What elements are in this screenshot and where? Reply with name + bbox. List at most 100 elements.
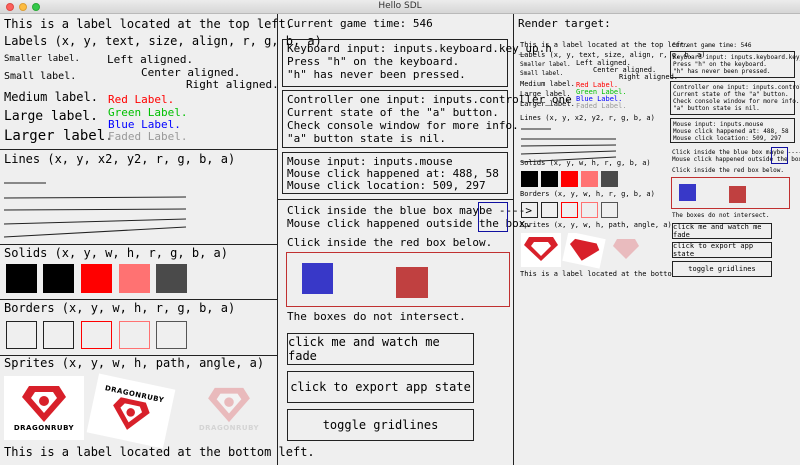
render-grid-button: toggle gridlines [672, 261, 772, 277]
top-left-label: This is a label located at the top left. [4, 17, 293, 31]
smaller-label: Smaller label. [4, 54, 80, 64]
render-controller-line: Check console window for more info. [673, 98, 800, 105]
column-divider [513, 14, 514, 465]
render-solid-red [561, 171, 578, 187]
dragonruby-sprite-rotated: DRAGONRUBY [86, 373, 176, 449]
render-red-prompt: Click inside the red box below. [672, 167, 784, 174]
borders-header: Borders (x, y, w, h, r, g, b, a) [4, 301, 236, 315]
solid-black [43, 264, 74, 293]
render-borders-header: Borders (x, y, w, h, r, g, b, a) [520, 190, 655, 198]
dragonruby-sprite-faded: DRAGONRUBY [190, 378, 268, 440]
render-faded-label: Faded Label. [576, 102, 627, 110]
sprite-text: DRAGONRUBY [13, 424, 75, 432]
render-larger-label: Larger label. [520, 100, 575, 108]
render-controller-line: Controller one input: inputs.controller_… [673, 84, 800, 91]
solid-gray [156, 264, 187, 293]
render-border-black [521, 202, 538, 218]
lines-header: Lines (x, y, x2, y2, r, g, b, a) [4, 152, 236, 166]
small-label: Small label. [4, 71, 77, 82]
render-border-red [561, 202, 578, 218]
window-titlebar: Hello SDL [0, 0, 800, 14]
render-sprites [521, 233, 639, 269]
render-border-faded-red [581, 202, 598, 218]
border-red [81, 321, 112, 349]
solid-faded-red [119, 264, 150, 293]
export-state-button[interactable]: click to export app state [287, 371, 474, 403]
border-gray [156, 321, 187, 349]
render-keyboard-line: "h" has never been pressed. [673, 68, 771, 75]
right-aligned-label: Right aligned. [186, 78, 279, 91]
sprites-header: Sprites (x, y, w, h, path, angle, a) [4, 356, 265, 370]
blue-square [302, 263, 333, 294]
red-label: Red Label. [108, 93, 175, 106]
dragon-logo-icon [208, 387, 250, 423]
mouse-line: Mouse click location: 509, 297 [287, 179, 486, 192]
render-small-label: Small label. [520, 70, 564, 77]
border-black [43, 321, 74, 349]
larger-label: Larger label. [4, 128, 114, 144]
red-box-prompt: Click inside the red box below. [287, 236, 493, 249]
left-aligned-label: Left aligned. [107, 53, 194, 66]
border-faded-red [119, 321, 150, 349]
game-canvas[interactable]: This is a label located at the top left.… [0, 14, 800, 465]
medium-label: Medium label. [4, 90, 98, 104]
render-border-black [541, 202, 558, 218]
labels-header: Labels (x, y, text, size, align, r, g, b… [4, 34, 322, 48]
section-divider [0, 149, 277, 150]
keyboard-line: Keyboard input: inputs.keyboard.key_up.h [287, 42, 552, 55]
keyboard-line: Press "h" on the keyboard. [287, 55, 460, 68]
render-solid-black [521, 171, 538, 187]
render-solid-black [541, 171, 558, 187]
solid-black [6, 264, 37, 293]
render-game-time: Current game time: 546 [672, 42, 752, 49]
render-smaller-label: Smaller label. [520, 61, 571, 68]
render-solid-faded-red [581, 171, 598, 187]
render-mouse-line: Mouse input: inputs.mouse [673, 121, 764, 128]
section-divider [0, 299, 277, 300]
render-red-square [729, 186, 746, 203]
render-sprites-header: Sprites (x, y, w, h, path, angle, a) [520, 221, 672, 229]
controller-line: "a" button state is nil. [287, 132, 446, 145]
controller-line: Current state of the "a" button. [287, 106, 499, 119]
blue-target-box[interactable] [478, 202, 508, 232]
sprite-text: DRAGONRUBY [198, 424, 260, 432]
solid-red [81, 264, 112, 293]
render-solid-gray [601, 171, 618, 187]
intersect-status: The boxes do not intersect. [287, 310, 466, 323]
keyboard-line: "h" has never been pressed. [287, 68, 466, 81]
render-lines-demo [520, 128, 617, 163]
fade-button[interactable]: click me and watch me fade [287, 333, 474, 365]
section-divider [278, 199, 513, 200]
render-border-gray [601, 202, 618, 218]
section-divider [0, 244, 277, 245]
window-title: Hello SDL [378, 1, 422, 11]
faded-label: Faded Label. [108, 130, 188, 143]
dragonruby-sprite: DRAGONRUBY [4, 376, 84, 440]
render-top-label: This is a label located at the top left. [520, 41, 689, 49]
render-target-title: Render target: [518, 17, 611, 30]
render-blue-box [771, 147, 788, 164]
render-intersect: The boxes do not intersect. [672, 212, 770, 219]
game-time-label: Current game time: 546 [287, 17, 433, 30]
render-blue-square [679, 184, 696, 201]
controller-line: Check console window for more info. [287, 119, 519, 132]
render-keyboard-line: Press "h" on the keyboard. [673, 61, 767, 68]
border-black [6, 321, 37, 349]
bottom-left-label: This is a label located at the bottom le… [4, 445, 315, 459]
render-large-label: Large label. [520, 90, 571, 98]
render-controller-line: "a" button state is nil. [673, 105, 760, 112]
column-divider [277, 14, 278, 465]
lines-demo [3, 182, 187, 238]
dragon-logo-icon [113, 397, 150, 430]
render-keyboard-line: Keyboard input: inputs.keyboard.key_up.h [673, 54, 800, 61]
large-label: Large label. [4, 109, 98, 124]
render-solids-header: Solids (x, y, w, h, r, g, b, a) [520, 159, 651, 167]
render-mouse-line: Mouse click location: 509, 297 [673, 135, 782, 142]
render-mouse-line: Mouse click happened at: 488, 58 [673, 128, 789, 135]
render-medium-label: Medium label. [520, 80, 575, 88]
render-fade-button: click me and watch me fade [672, 223, 772, 239]
red-square [396, 267, 428, 298]
render-export-button: click to export app state [672, 242, 772, 258]
toggle-gridlines-button[interactable]: toggle gridlines [287, 409, 474, 441]
render-lines-header: Lines (x, y, x2, y2, r, g, b, a) [520, 114, 655, 122]
